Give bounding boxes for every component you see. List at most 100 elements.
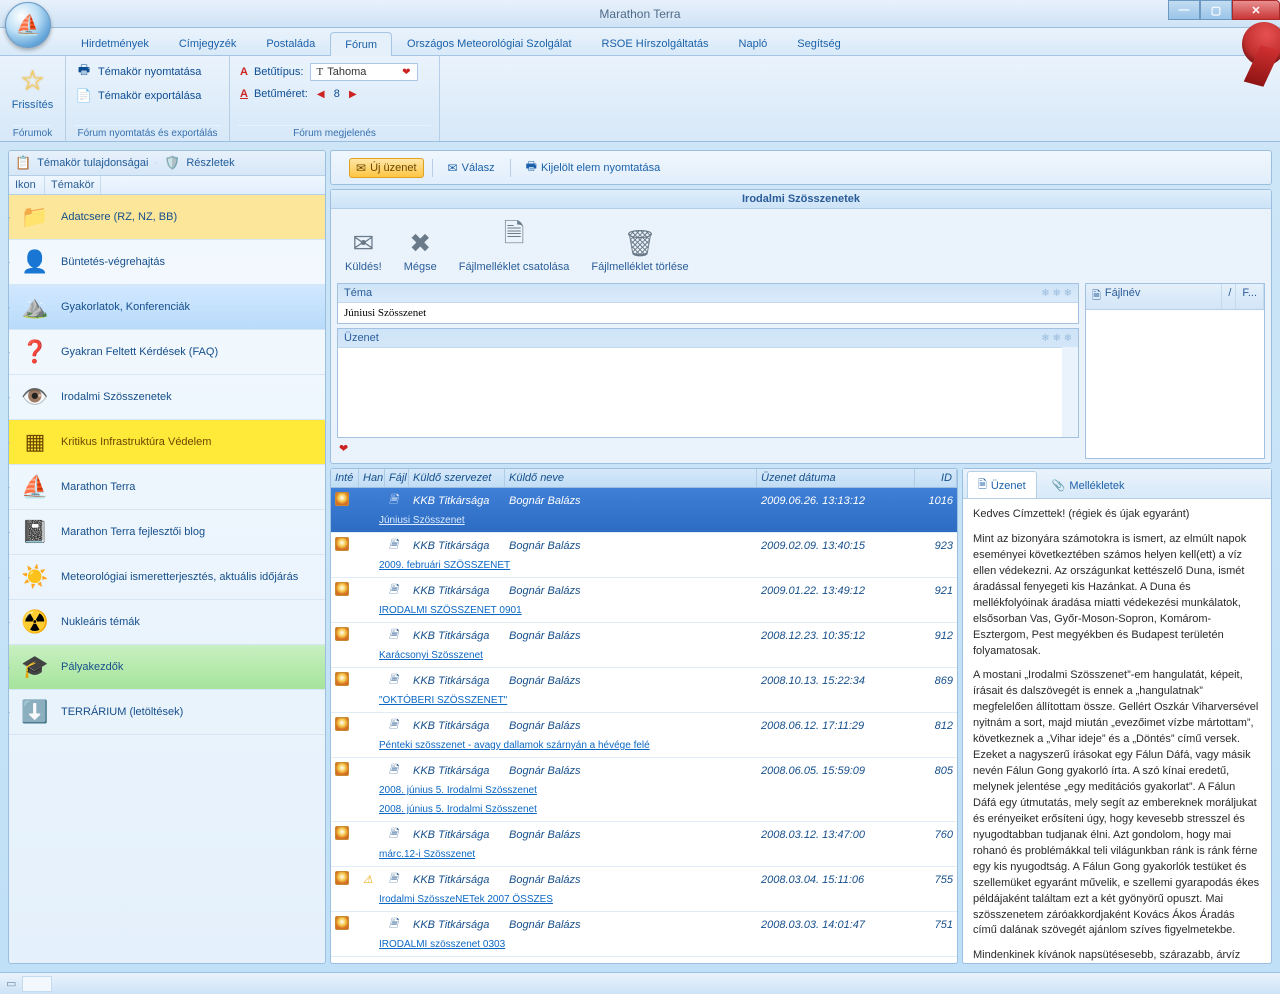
- tab-hirdetm-nyek[interactable]: Hirdetmények: [66, 31, 164, 55]
- msg-org: KKB Titkársága: [409, 627, 505, 645]
- minimize-button[interactable]: —: [1168, 0, 1200, 20]
- font-picker[interactable]: T Tahoma ❤: [310, 63, 418, 81]
- print-selected-button[interactable]: 🖶 Kijelölt elem nyomtatása: [519, 154, 668, 181]
- col-topic[interactable]: Témakör: [45, 176, 101, 194]
- tab-c-mjegyz-k[interactable]: Címjegyzék: [164, 31, 251, 55]
- topic-item[interactable]: › ⬇️ TERRÁRIUM (letöltések): [9, 690, 325, 735]
- topic-item[interactable]: › ☀️ Meteorológiai ismeretterjesztés, ak…: [9, 555, 325, 600]
- chevron-icon: ›: [9, 617, 10, 627]
- message-subject[interactable]: IRODALMI SZÖSSZENET 0901: [331, 603, 957, 622]
- textarea-scrollbar[interactable]: [1062, 347, 1078, 437]
- topic-input[interactable]: [338, 302, 1078, 323]
- message-subject[interactable]: 2009. februári SZÖSSZENET: [331, 558, 957, 577]
- file-col-divider[interactable]: /: [1222, 284, 1236, 309]
- status-icon: ▭: [6, 977, 16, 990]
- size-increase[interactable]: ▶: [346, 87, 360, 101]
- msg-date: 2008.03.12. 13:47:00: [757, 826, 915, 844]
- message-row[interactable]: 🗎 KKB Titkársága Bognár Balázs 2008.12.2…: [331, 623, 957, 668]
- compose-band-title: Irodalmi Szösszenetek: [331, 190, 1271, 209]
- close-button[interactable]: ✕: [1232, 0, 1280, 20]
- topic-icon: ☢️: [19, 608, 51, 636]
- message-subject[interactable]: 2008. június 5. Irodalmi Szösszenet: [331, 802, 957, 821]
- message-subject[interactable]: Pénteki szösszenet - avagy dallamok szár…: [331, 738, 957, 757]
- message-subject[interactable]: márc.12-i Szösszenet: [331, 847, 957, 866]
- msg-sender: Bognár Balázs: [505, 672, 757, 690]
- reader-body[interactable]: Kedves Címzettek! (régiek és újak egyará…: [963, 499, 1271, 963]
- reply-button[interactable]: ✉ Válasz: [441, 158, 502, 178]
- message-row[interactable]: 🗎 KKB Titkársága Bognár Balázs 2008.03.1…: [331, 822, 957, 867]
- app-orb[interactable]: [5, 2, 51, 48]
- chevron-icon: ›: [9, 302, 10, 312]
- chevron-icon: ›: [9, 392, 10, 402]
- col-org[interactable]: Küldő szervezet: [409, 469, 505, 487]
- reader-tab-message[interactable]: 🗎Üzenet: [967, 471, 1037, 498]
- cancel-button[interactable]: ✖Mégse: [404, 228, 437, 273]
- col-icon[interactable]: Ikon: [9, 176, 45, 194]
- main-tabs: HirdetményekCímjegyzékPostaládaFórumOrsz…: [0, 28, 1280, 56]
- export-topic-button[interactable]: 📄 Témakör exportálása: [74, 84, 221, 108]
- message-row[interactable]: 🗎 KKB Titkársága Bognár Balázs 2008.03.0…: [331, 912, 957, 957]
- send-button[interactable]: ✉Küldés!: [345, 228, 382, 273]
- topic-item[interactable]: › ☢️ Nukleáris témák: [9, 600, 325, 645]
- topic-item[interactable]: › 📁 Adatcsere (RZ, NZ, BB): [9, 195, 325, 240]
- delete-attach-button[interactable]: 🗑Fájlmelléklet törlése: [591, 228, 688, 273]
- topic-properties-button[interactable]: Témakör tulajdonságai: [37, 157, 148, 169]
- topic-item[interactable]: › 🎓 Pályakezdők: [9, 645, 325, 690]
- tab-postal-da[interactable]: Postaláda: [251, 31, 330, 55]
- msg-org: KKB Titkársága: [409, 762, 505, 780]
- msg-id: 912: [915, 627, 957, 645]
- maximize-button[interactable]: ▢: [1200, 0, 1232, 20]
- topic-item[interactable]: › ❓ Gyakran Feltett Kérdések (FAQ): [9, 330, 325, 375]
- topic-item[interactable]: › 👁️ Irodalmi Szösszenetek: [9, 375, 325, 420]
- window-title: Marathon Terra: [599, 7, 680, 21]
- msg-id: 812: [915, 717, 957, 735]
- tab-orsz-gos-meteorol-giai-szolg-lat[interactable]: Országos Meteorológiai Szolgálat: [392, 31, 586, 55]
- message-row[interactable]: 🗎 KKB Titkársága Bognár Balázs 2009.01.2…: [331, 578, 957, 623]
- topic-item[interactable]: › 👤 Büntetés-végrehajtás: [9, 240, 325, 285]
- message-subject[interactable]: 2008. június 5. Irodalmi Szösszenet: [331, 783, 957, 802]
- topic-item[interactable]: › 📓 Marathon Terra fejlesztői blog: [9, 510, 325, 555]
- col-inte[interactable]: Inté: [331, 469, 359, 487]
- print-topic-button[interactable]: 🖶 Témakör nyomtatása: [74, 60, 221, 84]
- topic-details-button[interactable]: Részletek: [186, 157, 234, 169]
- tab-rsoe-h-rszolg-ltat-s[interactable]: RSOE Hírszolgáltatás: [587, 31, 724, 55]
- refresh-button[interactable]: ☆ Frissítés: [10, 60, 56, 115]
- message-row[interactable]: 🗎 KKB Titkársága Bognár Balázs 2008.06.0…: [331, 758, 957, 822]
- file-header[interactable]: Fájlnév: [1105, 287, 1140, 306]
- message-subject[interactable]: "OKTÓBERI SZÖSSZENET": [331, 693, 957, 712]
- clip-icon: 📎: [1052, 479, 1066, 492]
- tab-napl-[interactable]: Napló: [724, 31, 783, 55]
- file-col-2[interactable]: F...: [1236, 284, 1264, 309]
- message-row[interactable]: 🗎 KKB Titkársága Bognár Balázs 2008.10.1…: [331, 668, 957, 713]
- message-subject[interactable]: IRODALMI szösszenet 0303: [331, 937, 957, 956]
- attach-button[interactable]: 🗎Fájlmelléklet csatolása: [459, 215, 570, 273]
- size-decrease[interactable]: ◀: [314, 87, 328, 101]
- message-textarea[interactable]: [338, 347, 1062, 437]
- col-han[interactable]: Han: [359, 469, 385, 487]
- topic-item[interactable]: › ⛰️ Gyakorlatok, Konferenciák: [9, 285, 325, 330]
- crest-icon: [335, 717, 349, 731]
- message-row[interactable]: 🗎 KKB Titkársága Bognár Balázs 2009.02.0…: [331, 533, 957, 578]
- message-list[interactable]: 🗎 KKB Titkársága Bognár Balázs 2009.06.2…: [331, 488, 957, 963]
- doc-icon: 🗎: [978, 476, 987, 495]
- message-list-panel: Inté Han Fájl Küldő szervezet Küldő neve…: [330, 468, 958, 964]
- tab-f-rum[interactable]: Fórum: [330, 32, 392, 56]
- export-icon: 📄: [76, 88, 92, 104]
- message-row[interactable]: 🗎 KKB Titkársága Bognár Balázs 2009.06.2…: [331, 488, 957, 533]
- message-subject[interactable]: Júniusi Szösszenet: [331, 513, 957, 532]
- col-name[interactable]: Küldő neve: [505, 469, 757, 487]
- message-row[interactable]: ⚠ 🗎 KKB Titkársága Bognár Balázs 2008.03…: [331, 867, 957, 912]
- col-id[interactable]: ID: [915, 469, 957, 487]
- col-date[interactable]: Üzenet dátuma: [757, 469, 915, 487]
- tab-seg-ts-g[interactable]: Segítség: [782, 31, 855, 55]
- topic-icon: ⬇️: [19, 698, 51, 726]
- message-row[interactable]: 🗎 KKB Titkársága Bognár Balázs 2008.06.1…: [331, 713, 957, 758]
- message-subject[interactable]: Karácsonyi Szösszenet: [331, 648, 957, 667]
- new-message-button[interactable]: ✉ Új üzenet: [349, 158, 424, 178]
- message-subject[interactable]: Irodalmi SzösszeNETek 2007 ÖSSZES: [331, 892, 957, 911]
- reader-tab-attachments[interactable]: 📎Mellékletek: [1041, 471, 1136, 498]
- topic-item[interactable]: › ⛵ Marathon Terra: [9, 465, 325, 510]
- topic-item[interactable]: › ▦ Kritikus Infrastruktúra Védelem: [9, 420, 325, 465]
- col-fajl[interactable]: Fájl: [385, 469, 409, 487]
- crest-icon: [335, 762, 349, 776]
